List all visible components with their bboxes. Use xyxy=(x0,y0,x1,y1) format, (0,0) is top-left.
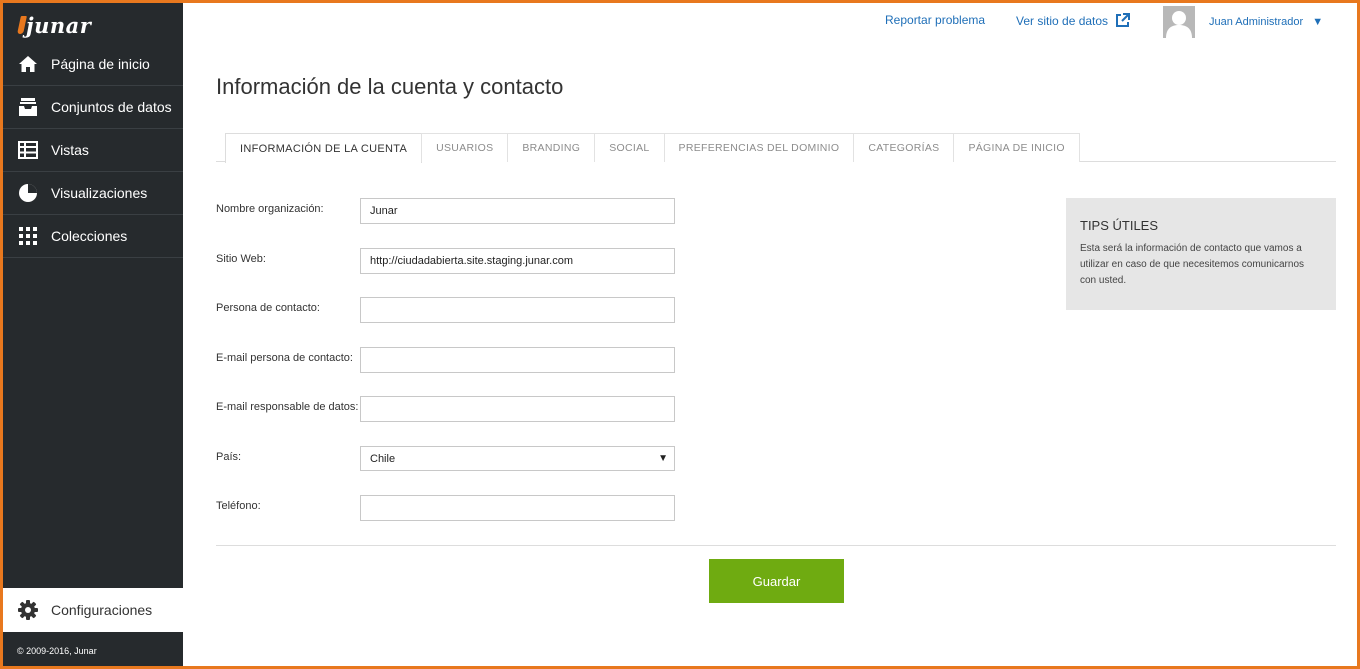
tips-title: TIPS ÚTILES xyxy=(1080,218,1159,233)
country-value: Chile xyxy=(370,452,396,465)
junar-logo[interactable]: junar xyxy=(17,9,92,41)
tab-domain-preferences[interactable]: PREFERENCIAS DEL DOMINIO xyxy=(663,133,855,162)
window-frame xyxy=(0,0,1360,669)
save-button[interactable]: Guardar xyxy=(709,559,844,603)
sidebar-item-views[interactable]: Vistas xyxy=(3,129,183,172)
tab-account-info[interactable]: INFORMACIÓN DE LA CUENTA xyxy=(225,133,423,163)
table-icon xyxy=(17,139,39,161)
view-site-link[interactable]: Ver sitio de datos xyxy=(1016,13,1131,28)
view-site-label: Ver sitio de datos xyxy=(1016,13,1109,28)
tips-text: Esta será la información de contacto que… xyxy=(1080,243,1305,286)
org-name-label: Nombre organización: xyxy=(216,203,324,215)
contact-email-input[interactable] xyxy=(360,347,675,373)
sidebar-item-visualizations[interactable]: Visualizaciones xyxy=(3,172,183,215)
home-icon xyxy=(17,53,39,75)
sidebar-item-label: Visualizaciones xyxy=(51,185,148,201)
grid-icon xyxy=(17,225,39,247)
user-silhouette-icon xyxy=(1166,11,1192,38)
chevron-down-icon: ▼ xyxy=(658,453,668,464)
sidebar-item-datasets[interactable]: Conjuntos de datos xyxy=(3,86,183,129)
chevron-down-icon: ▼ xyxy=(1312,16,1324,28)
tab-bar: INFORMACIÓN DE LA CUENTA USUARIOS BRANDI… xyxy=(216,133,1336,163)
user-name: Juan Administrador xyxy=(1209,16,1304,28)
sidebar-item-label: Página de inicio xyxy=(51,56,150,72)
phone-input[interactable] xyxy=(360,495,675,521)
page-title: Información de la cuenta y contacto xyxy=(216,74,564,99)
inbox-icon xyxy=(17,96,39,118)
report-problem-link[interactable]: Reportar problema xyxy=(885,13,985,27)
tab-home-page[interactable]: PÁGINA DE INICIO xyxy=(953,133,1080,162)
data-email-input[interactable] xyxy=(360,396,675,422)
logo-text: junar xyxy=(26,12,92,38)
sidebar-item-label: Conjuntos de datos xyxy=(51,99,172,115)
avatar[interactable] xyxy=(1163,6,1195,38)
tips-panel: TIPS ÚTILES Esta será la información de … xyxy=(1066,198,1336,310)
website-label: Sitio Web: xyxy=(216,253,266,265)
sidebar-item-label: Configuraciones xyxy=(51,602,153,618)
tab-branding[interactable]: BRANDING xyxy=(507,133,596,162)
divider xyxy=(216,545,1336,546)
copyright: © 2009-2016, Junar xyxy=(17,646,97,656)
phone-label: Teléfono: xyxy=(216,500,261,512)
contact-email-label: E-mail persona de contacto: xyxy=(216,352,353,364)
org-name-input[interactable]: Junar xyxy=(360,198,675,224)
tab-categories[interactable]: CATEGORÍAS xyxy=(853,133,955,162)
sidebar-item-label: Vistas xyxy=(51,142,89,158)
tab-social[interactable]: SOCIAL xyxy=(594,133,665,162)
sidebar-item-home[interactable]: Página de inicio xyxy=(3,43,183,86)
contact-person-label: Persona de contacto: xyxy=(216,302,320,314)
sidebar-nav: Página de inicio Conjuntos de datos Vist… xyxy=(3,43,183,258)
user-menu[interactable]: Juan Administrador ▼ xyxy=(1209,16,1323,28)
sidebar: junar Página de inicio Conjuntos de dato… xyxy=(3,3,183,666)
external-link-icon xyxy=(1115,13,1131,28)
contact-person-input[interactable] xyxy=(360,297,675,323)
org-name-value: Junar xyxy=(370,205,398,217)
website-value: http://ciudadabierta.site.staging.junar.… xyxy=(370,255,574,267)
country-select[interactable]: Chile ▼ xyxy=(360,446,675,471)
website-input[interactable]: http://ciudadabierta.site.staging.junar.… xyxy=(360,248,675,274)
tab-users[interactable]: USUARIOS xyxy=(421,133,509,162)
country-label: País: xyxy=(216,451,242,463)
sidebar-item-label: Colecciones xyxy=(51,228,128,244)
gear-icon xyxy=(17,599,39,621)
sidebar-item-settings[interactable]: Configuraciones xyxy=(3,588,183,632)
pie-chart-icon xyxy=(17,182,39,204)
sidebar-item-collections[interactable]: Colecciones xyxy=(3,215,183,258)
data-email-label: E-mail responsable de datos: xyxy=(216,401,359,413)
